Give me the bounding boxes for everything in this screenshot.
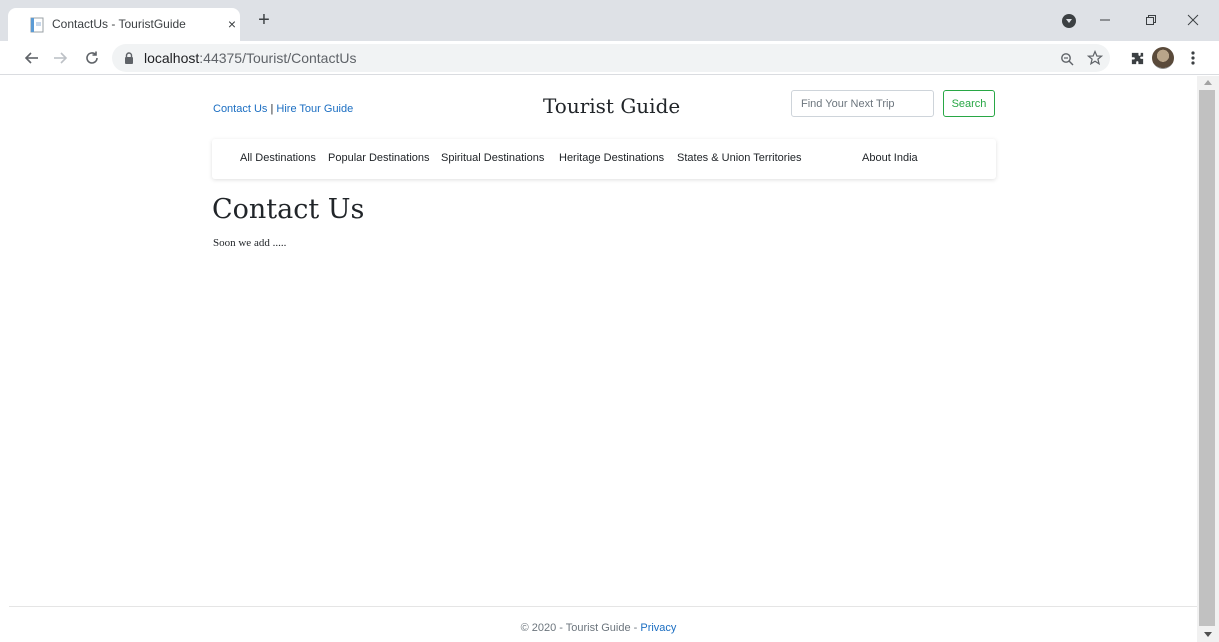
restore-icon[interactable] xyxy=(1136,6,1166,32)
page-body-text: Soon we add ..... xyxy=(213,237,287,249)
page-title: Contact Us xyxy=(212,194,365,225)
url-path: :44375/Tourist/ContactUs xyxy=(199,50,357,66)
nav-states-union-territories[interactable]: States & Union Territories xyxy=(677,152,802,164)
footer-copyright: © 2020 - Tourist Guide - xyxy=(520,622,641,634)
extensions-icon[interactable] xyxy=(1126,47,1148,69)
address-bar[interactable]: localhost:44375/Tourist/ContactUs xyxy=(112,44,1110,72)
nav-heritage-destinations[interactable]: Heritage Destinations xyxy=(559,152,664,164)
nav-all-destinations[interactable]: All Destinations xyxy=(240,152,316,164)
menu-dots-icon[interactable] xyxy=(1186,47,1200,69)
scrollbar-thumb[interactable] xyxy=(1199,90,1215,626)
forward-arrow-icon[interactable] xyxy=(48,46,72,70)
scroll-up-arrow-icon[interactable] xyxy=(1204,80,1212,85)
hire-tour-guide-link[interactable]: Hire Tour Guide xyxy=(276,103,353,115)
tab-search-icon[interactable] xyxy=(1062,14,1076,28)
scroll-down-arrow-icon[interactable] xyxy=(1204,632,1212,637)
browser-toolbar: localhost:44375/Tourist/ContactUs xyxy=(0,41,1219,75)
top-links: Contact Us | Hire Tour Guide xyxy=(213,103,353,115)
search-button[interactable]: Search xyxy=(943,90,995,117)
close-icon[interactable]: × xyxy=(223,14,241,34)
page-viewport: Contact Us | Hire Tour Guide Tourist Gui… xyxy=(0,76,1197,642)
footer-divider xyxy=(9,606,1197,607)
url-text[interactable]: localhost:44375/Tourist/ContactUs xyxy=(144,50,356,66)
favicon-icon xyxy=(30,17,44,33)
reload-icon[interactable] xyxy=(80,46,104,70)
minimize-icon[interactable] xyxy=(1090,6,1120,32)
site-title: Tourist Guide xyxy=(543,94,681,118)
browser-tabstrip: ContactUs - TouristGuide × + xyxy=(0,0,1219,41)
footer: © 2020 - Tourist Guide - Privacy xyxy=(0,622,1197,634)
privacy-link[interactable]: Privacy xyxy=(640,622,676,634)
plus-icon[interactable]: + xyxy=(253,10,275,32)
main-navbar: All Destinations Popular Destinations Sp… xyxy=(212,139,996,179)
nav-popular-destinations[interactable]: Popular Destinations xyxy=(328,152,430,164)
contact-us-link[interactable]: Contact Us xyxy=(213,103,267,115)
nav-spiritual-destinations[interactable]: Spiritual Destinations xyxy=(441,152,544,164)
zoom-icon[interactable] xyxy=(1056,47,1078,69)
star-icon[interactable] xyxy=(1084,47,1106,69)
tab-title: ContactUs - TouristGuide xyxy=(52,17,186,31)
lock-icon[interactable] xyxy=(124,52,134,64)
url-host: localhost xyxy=(144,50,200,66)
back-arrow-icon[interactable] xyxy=(20,46,44,70)
search-input[interactable] xyxy=(791,90,934,117)
nav-about-india[interactable]: About India xyxy=(862,152,918,164)
avatar[interactable] xyxy=(1152,47,1174,69)
vertical-scrollbar[interactable] xyxy=(1197,76,1219,642)
window-close-icon[interactable] xyxy=(1178,6,1208,32)
browser-tab[interactable]: ContactUs - TouristGuide × xyxy=(8,8,240,41)
